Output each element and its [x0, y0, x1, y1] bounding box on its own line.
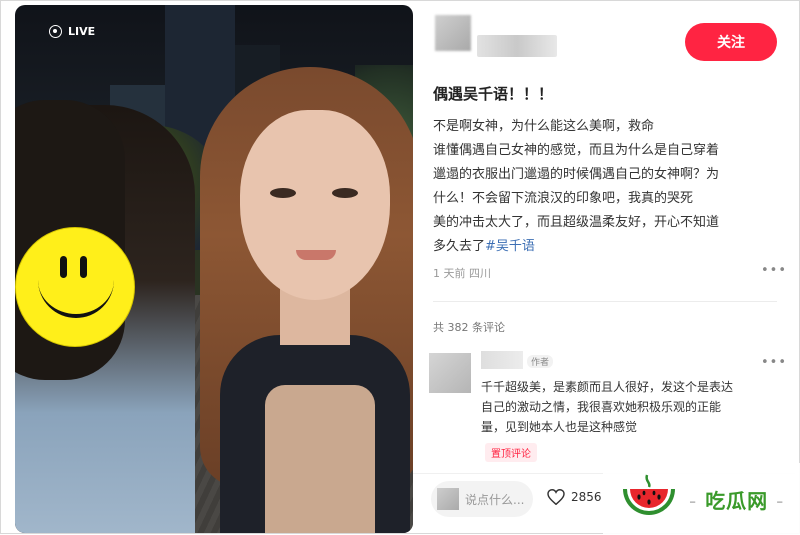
post-body-line: 谁懂偶遇自己女神的感觉，而且为什么是自己穿着 [433, 143, 720, 158]
live-label: LIVE [68, 25, 96, 38]
watermark-text: 吃瓜网 [705, 489, 769, 513]
hashtag-link[interactable]: #吴千语 [485, 239, 535, 254]
pinned-comment-tag: 置顶评论 [485, 443, 537, 462]
author-tag: 作者 [527, 355, 554, 368]
comment-line: 量，见到她本人也是这种感觉 [481, 420, 638, 434]
comment-input[interactable]: 说点什么... [431, 481, 533, 517]
like-count: 2856 [571, 490, 602, 504]
commenter-avatar[interactable] [429, 353, 471, 393]
follow-button[interactable]: 关注 [685, 23, 777, 61]
eye [332, 188, 358, 198]
post-body-line: 邋遢的衣服出门邋遢的时候偶遇自己的女神啊？为 [433, 167, 720, 182]
mouth [296, 250, 336, 260]
site-watermark: - 吃瓜网 - [603, 463, 800, 535]
comment-more-icon[interactable]: ••• [761, 355, 787, 370]
watermark-dash: - [689, 489, 698, 513]
smiley-face-sticker [15, 227, 135, 347]
post-body-line: 什么！不会留下流浪汉的印象吧，我真的哭死 [433, 191, 694, 206]
eye [270, 188, 296, 198]
comment-input-placeholder: 说点什么... [465, 492, 525, 507]
post-body: 不是啊女神，为什么能这么美啊，救命 谁懂偶遇自己女神的感觉，而且为什么是自己穿着… [433, 115, 783, 259]
heart-icon [547, 489, 565, 505]
smiley-mouth [38, 268, 114, 318]
comment-line: 千千超级美，是素颜而且人很好，发这个是表达 [481, 380, 734, 394]
like-button[interactable]: 2856 [547, 489, 602, 505]
post-photo[interactable]: LIVE [15, 5, 413, 533]
live-photo-icon [49, 25, 62, 38]
author-avatar[interactable] [435, 15, 471, 51]
post-title: 偶遇吴千语！！！ [433, 85, 554, 103]
post-body-line: 美的冲击太大了，而且超级温柔友好，开心不知道 [433, 215, 720, 230]
more-options-icon[interactable]: ••• [761, 263, 787, 278]
watermelon-logo-icon [623, 474, 675, 515]
app-window: LIVE 关注 偶遇吴千语！！！ 不是啊女神，为什么能这么美啊，救命 谁懂偶遇自… [0, 0, 800, 535]
post-body-line: 多久去了 [433, 239, 486, 254]
user-avatar [437, 488, 459, 510]
author-name-blurred[interactable] [477, 35, 557, 57]
post-body-line: 不是啊女神，为什么能这么美啊，救命 [433, 119, 655, 134]
woman-top [265, 385, 375, 533]
post-meta: 1 天前 四川 [433, 267, 491, 280]
comment-body: 千千超级美，是素颜而且人很好，发这个是表达 自己的激动之情，我很喜欢她积极乐观的… [481, 377, 771, 437]
watermark-dash: - [776, 489, 785, 513]
comment-count: 共 382 条评论 [433, 321, 505, 334]
live-badge[interactable]: LIVE [49, 25, 95, 38]
divider [433, 301, 777, 302]
post-body-last-line: 多久去了#吴千语 [433, 235, 783, 259]
watermark-text-group: - 吃瓜网 - [689, 485, 784, 514]
post-detail-panel: 关注 偶遇吴千语！！！ 不是啊女神，为什么能这么美啊，救命 谁懂偶遇自己女神的感… [413, 5, 795, 533]
comment-line: 自己的激动之情，我很喜欢她积极乐观的正能 [481, 400, 722, 414]
woman-face [240, 110, 390, 300]
commenter-name-blurred[interactable] [481, 351, 523, 369]
